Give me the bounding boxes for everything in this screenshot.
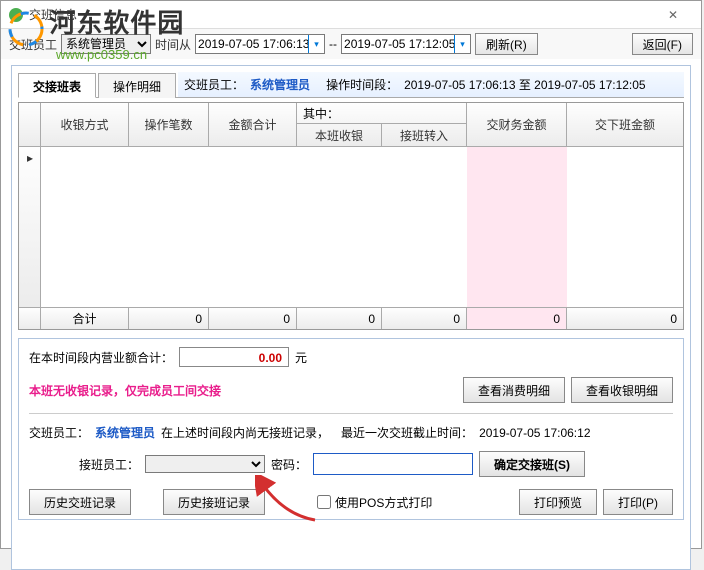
pos-print-checkbox[interactable]: 使用POS方式打印: [317, 494, 432, 511]
close-icon[interactable]: ✕: [653, 4, 693, 26]
print-preview-button[interactable]: 打印预览: [519, 489, 597, 515]
tab-operation-detail[interactable]: 操作明细: [98, 73, 176, 98]
info-staff-label: 交班员工：: [184, 76, 244, 93]
info-staff-value: 系统管理员: [250, 76, 310, 93]
col-payment-method[interactable]: 收银方式: [41, 103, 129, 146]
back-button[interactable]: 返回(F): [632, 33, 693, 55]
sales-total-label: 在本时间段内营业额合计：: [29, 349, 173, 366]
tab-shift-table[interactable]: 交接班表: [18, 73, 96, 98]
footer-v3: 0: [297, 308, 382, 329]
col-finance-amount[interactable]: 交财务金额: [467, 103, 567, 146]
col-op-count[interactable]: 操作笔数: [129, 103, 209, 146]
footer-v6: 0: [567, 308, 683, 329]
sales-unit: 元: [295, 349, 307, 366]
chevron-down-icon[interactable]: ▾: [308, 35, 324, 53]
staff-label2: 交班员工：: [29, 424, 89, 441]
col-transfer-in[interactable]: 接班转入: [382, 124, 467, 146]
footer-label: 合计: [41, 308, 129, 329]
refresh-button[interactable]: 刷新(R): [475, 33, 538, 55]
staff-label: 交班员工: [9, 36, 57, 53]
highlight-column: [467, 147, 567, 307]
time-separator: --: [329, 37, 337, 51]
confirm-shift-button[interactable]: 确定交接班(S): [479, 451, 585, 477]
chevron-down-icon[interactable]: ▾: [454, 35, 470, 53]
col-self-collect[interactable]: 本班收银: [297, 124, 382, 146]
view-consume-detail-button[interactable]: 查看消费明细: [463, 377, 565, 403]
print-button[interactable]: 打印(P): [603, 489, 673, 515]
titlebar: 交班信息 ✕: [1, 1, 701, 29]
footer-v4: 0: [382, 308, 467, 329]
data-grid: 收银方式 操作笔数 金额合计 其中： 本班收银 接班转入 交财务金额 交下班金额…: [18, 102, 684, 330]
footer-v2: 0: [209, 308, 297, 329]
staff-value2: 系统管理员: [95, 424, 155, 441]
password-label: 密码：: [271, 456, 307, 473]
pos-print-check-input[interactable]: [317, 495, 331, 509]
staff-select[interactable]: 系统管理员: [61, 34, 151, 54]
sales-total-value: 0.00: [179, 347, 289, 367]
time-from-input[interactable]: [195, 34, 325, 54]
info-period-label: 操作时间段：: [326, 76, 398, 93]
toolbar: 交班员工 系统管理员 时间从 ▾ -- ▾ 刷新(R) 返回(F): [1, 29, 701, 59]
footer-v1: 0: [129, 308, 209, 329]
footer-v5: 0: [467, 308, 567, 329]
last-time-label: 最近一次交班截止时间：: [341, 424, 473, 441]
col-group-including: 其中：: [297, 103, 467, 124]
window-title: 交班信息: [29, 6, 653, 23]
bottom-panel: 在本时间段内营业额合计： 0.00 元 本班无收银记录，仅完成员工间交接 查看消…: [18, 338, 684, 520]
app-icon: [9, 8, 23, 22]
history-takeover-button[interactable]: 历史接班记录: [163, 489, 265, 515]
col-amount-total[interactable]: 金额合计: [209, 103, 297, 146]
grid-body[interactable]: ▸: [19, 147, 683, 307]
info-period-value: 2019-07-05 17:06:13 至 2019-07-05 17:12:0…: [404, 76, 646, 93]
view-cashier-detail-button[interactable]: 查看收银明细: [571, 377, 673, 403]
time-from-label: 时间从: [155, 36, 191, 53]
no-record-text: 在上述时间段内尚无接班记录，: [161, 424, 329, 441]
footer-selector: [19, 308, 41, 329]
col-next-shift-amount[interactable]: 交下班金额: [567, 103, 683, 146]
warning-text: 本班无收银记录，仅完成员工间交接: [29, 382, 221, 399]
receiver-label: 接班员工：: [79, 456, 139, 473]
last-time-value: 2019-07-05 17:06:12: [479, 426, 590, 440]
receiver-select[interactable]: [145, 455, 265, 473]
history-handover-button[interactable]: 历史交班记录: [29, 489, 131, 515]
row-marker-icon: ▸: [19, 147, 41, 169]
password-input[interactable]: [313, 453, 473, 475]
time-to-input[interactable]: [341, 34, 471, 54]
row-selector-header: [19, 103, 41, 146]
